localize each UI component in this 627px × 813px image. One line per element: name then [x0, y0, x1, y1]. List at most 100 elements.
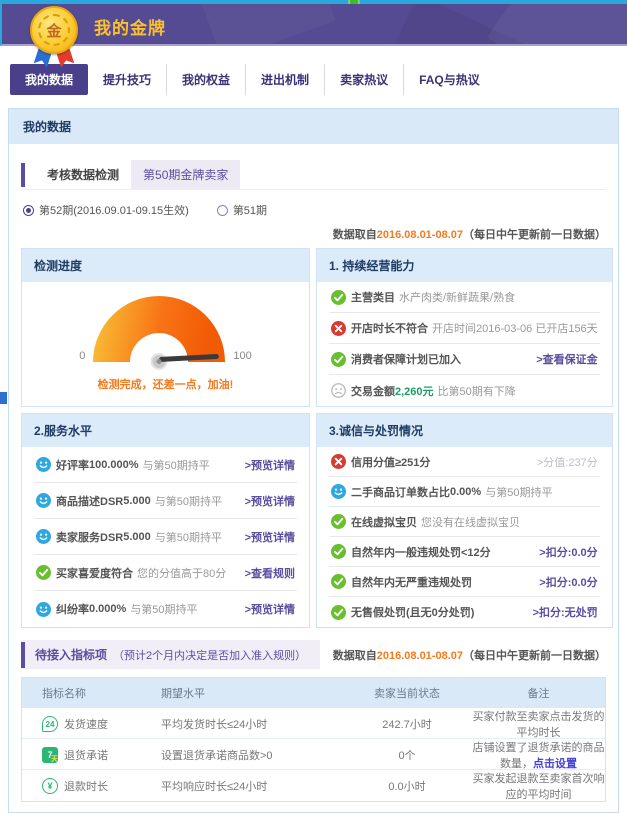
metric-detail: 与第50期持平 — [130, 601, 197, 617]
metric-row: 二手商品订单数占比 0.00% 与第50期持平 — [329, 477, 600, 507]
metric-label: 商品描述DSR — [56, 493, 123, 509]
medal-char: 金 — [38, 14, 70, 46]
table-row: 7天 退货承诺 设置退货承诺商品数>0 0个 店铺设置了退货承诺的商品数量，点击… — [22, 739, 605, 770]
view-rules-link[interactable]: >查看规则 — [245, 565, 295, 581]
check-icon — [331, 605, 346, 620]
col-header-current: 卖家当前状态 — [342, 685, 472, 701]
metric-value: 5.000 — [123, 495, 151, 507]
tab-entry-exit[interactable]: 进出机制 — [245, 64, 324, 95]
panel-integrity-penalty: 3.诚信与处罚情况 信用分值≥251分 >分值:237分 二手商品订单数占比 0… — [316, 413, 613, 628]
progress-gauge — [93, 296, 225, 362]
metric-label: 交易金额 — [351, 383, 395, 399]
gauge-pin — [157, 359, 162, 364]
period-selector: 第52期(2016.09.01-09.15生效) 第51期 — [23, 202, 606, 218]
metric-label: 无售假处罚(且无0分处罚) — [351, 604, 474, 620]
pending-indicators-header: 待接入指标项 （预计2个月内决定是否加入准入规则） 数据取自2016.08.01… — [21, 640, 606, 669]
subtab-assessment-check[interactable]: 考核数据检测 — [35, 160, 131, 189]
smile-icon — [36, 457, 51, 472]
col-header-remark: 备注 — [472, 685, 605, 701]
metric-label: 开店时长不符合 — [351, 320, 428, 336]
metric-value: 0.000% — [89, 603, 126, 615]
metric-label: 自然年内一般违规处罚<12分 — [351, 544, 491, 560]
subtab-50th-gold-seller[interactable]: 第50期金牌卖家 — [131, 160, 240, 189]
metric-row: 纠纷率 0.000% 与第50期持平 >预览详情 — [34, 591, 297, 627]
note-suffix: （每日中午更新前一日数据） — [463, 229, 606, 241]
metric-detail: 您没有在线虚拟宝贝 — [421, 514, 520, 530]
metric-label: 纠纷率 — [56, 601, 89, 617]
metric-value: 2,260元 — [395, 383, 434, 399]
radio-off-icon[interactable] — [217, 205, 228, 216]
expected-level: 设置退货承诺商品数>0 — [157, 747, 342, 763]
radio-period-52-label: 第52期(2016.09.01-09.15生效) — [39, 202, 189, 218]
note-date: 2016.08.01-08.07 — [377, 650, 463, 662]
radio-period-52[interactable]: 第52期(2016.09.01-09.15生效) — [23, 202, 189, 218]
data-source-note: 数据取自2016.08.01-08.07（每日中午更新前一日数据） — [21, 226, 606, 242]
metric-detail: 与第50期持平 — [143, 457, 210, 473]
preview-details-link[interactable]: >预览详情 — [245, 457, 295, 473]
7-day-return-icon: 7天 — [42, 747, 58, 763]
left-edge-marker — [0, 392, 7, 404]
metric-detail: 与第50期持平 — [155, 493, 222, 509]
view-deposit-link[interactable]: >查看保证金 — [536, 351, 597, 367]
metric-detail: 比第50期有下降 — [438, 383, 516, 399]
metric-row: 卖家服务DSR 5.000 与第50期持平 >预览详情 — [34, 519, 297, 555]
check-icon — [331, 352, 346, 367]
medal-disc: 金 — [30, 6, 78, 54]
note-date: 2016.08.01-08.07 — [377, 229, 463, 241]
section-header: 我的数据 — [9, 109, 618, 144]
smile-icon — [331, 484, 346, 499]
tab-seller-discussion[interactable]: 卖家热议 — [324, 64, 403, 95]
metrics-table: 指标名称 期望水平 卖家当前状态 备注 24 发货速度 平均发货时长≤24小时 … — [21, 677, 606, 802]
current-status: 0.0小时 — [342, 778, 472, 794]
preview-details-link[interactable]: >预览详情 — [245, 529, 295, 545]
metric-detail: 与第50期持平 — [485, 484, 552, 500]
7-day-unit: 天 — [51, 754, 58, 764]
metric-value: 100.000% — [89, 459, 139, 471]
radio-on-icon[interactable] — [23, 205, 34, 216]
expected-level: 平均响应时长≤24小时 — [157, 778, 342, 794]
pending-accent-bar — [21, 642, 25, 668]
metric-value: 0.00% — [450, 486, 481, 498]
gold-medal-icon: 金 — [27, 6, 81, 64]
tab-my-data[interactable]: 我的数据 — [10, 64, 88, 95]
metric-row: 自然年内一般违规处罚<12分 >扣分:0.0分 — [329, 537, 600, 567]
data-source-note: 数据取自2016.08.01-08.07（每日中午更新前一日数据） — [333, 647, 606, 663]
metric-row: 主营类目 水产肉类/新鲜蔬果/熟食 — [329, 282, 600, 313]
tab-faq[interactable]: FAQ与热议 — [403, 64, 495, 95]
remark-text: 买家付款至卖家点击发货的平均时长 — [472, 708, 605, 740]
panel-detection-progress-title: 检测进度 — [22, 249, 309, 282]
panel-2-title: 2.服务水平 — [22, 414, 309, 447]
preview-details-link[interactable]: >预览详情 — [245, 601, 295, 617]
sub-tabs: 考核数据检测 第50期金牌卖家 — [21, 160, 606, 190]
panel-business-continuity: 1. 持续经营能力 主营类目 水产肉类/新鲜蔬果/熟食 开店时长不符合 开店时间… — [316, 248, 613, 407]
smile-icon — [36, 493, 51, 508]
gauge-caption: 检测完成，还差一点，加油! — [98, 376, 234, 392]
check-icon — [36, 565, 51, 580]
metric-row: 在线虚拟宝贝 您没有在线虚拟宝贝 — [329, 507, 600, 537]
metric-row: 买家喜爱度符合 您的分值高于80分 >查看规则 — [34, 555, 297, 591]
smile-icon — [36, 529, 51, 544]
subtab-accent-bar — [21, 163, 25, 187]
metric-row: 商品描述DSR 5.000 与第50期持平 >预览详情 — [34, 483, 297, 519]
panel-service-level: 2.服务水平 好评率 100.000% 与第50期持平 >预览详情 商品描述DS… — [21, 413, 310, 628]
radio-period-51[interactable]: 第51期 — [217, 202, 267, 218]
table-row: ¥ 退款时长 平均响应时长≤24小时 0.0小时 买家发起退款至卖家首次响应的平… — [22, 770, 605, 801]
col-header-expected: 期望水平 — [157, 685, 342, 701]
tab-improve-skills[interactable]: 提升技巧 — [88, 64, 166, 95]
deduction-link[interactable]: >扣分:无处罚 — [533, 604, 598, 620]
click-settings-link[interactable]: 点击设置 — [533, 758, 577, 770]
tab-my-benefits[interactable]: 我的权益 — [166, 64, 245, 95]
metric-label: 买家喜爱度符合 — [56, 565, 133, 581]
panel-detection-progress: 检测进度 0 100 检测完成，还差一点，加油! — [21, 248, 310, 407]
app-banner: 我的金牌 — [0, 4, 627, 46]
table-header-row: 指标名称 期望水平 卖家当前状态 备注 — [22, 678, 605, 708]
note-suffix: （每日中午更新前一日数据） — [463, 650, 606, 662]
preview-details-link[interactable]: >预览详情 — [245, 493, 295, 509]
check-icon — [331, 514, 346, 529]
score-value-text: >分值:237分 — [537, 454, 598, 470]
remark-text: 买家发起退款至卖家首次响应的平均时间 — [472, 770, 605, 802]
deduction-link[interactable]: >扣分:0.0分 — [539, 544, 597, 560]
deduction-link[interactable]: >扣分:0.0分 — [539, 574, 597, 590]
metric-row: 信用分值≥251分 >分值:237分 — [329, 447, 600, 477]
24-hour-icon: 24 — [42, 716, 58, 732]
